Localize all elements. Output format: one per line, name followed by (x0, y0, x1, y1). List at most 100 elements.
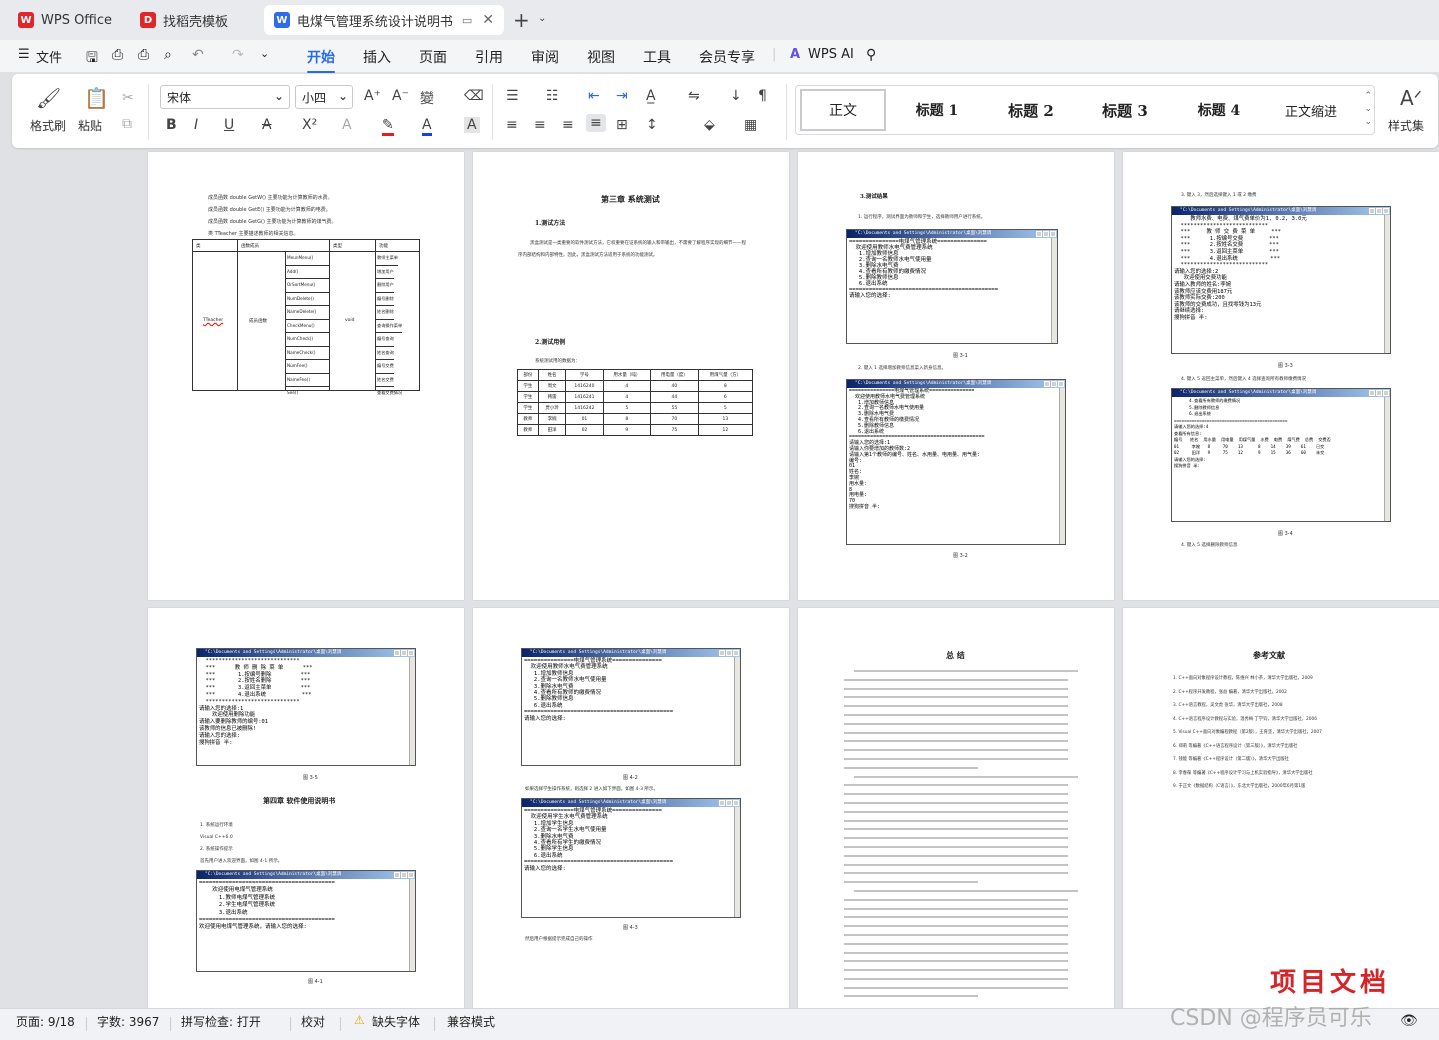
figure-caption: 图 4-2 (623, 775, 638, 781)
shading-icon[interactable]: ⬙ (704, 117, 715, 133)
text-line-placeholder (844, 977, 1068, 980)
save-icon[interactable]: 🖫 (86, 47, 98, 71)
eye-icon[interactable]: 👁 (1400, 1013, 1418, 1029)
tab-document[interactable]: W 电煤气管理系统设计说明书 .d ▭ ✕ (264, 5, 504, 35)
decrease-indent-icon[interactable]: ⇤ (588, 88, 600, 104)
superscript-icon[interactable]: X² (302, 117, 317, 133)
font-family-select[interactable]: 宋体 ⌄ (160, 85, 290, 109)
style-heading-3[interactable]: 标题 3 (1080, 86, 1170, 134)
export-icon[interactable]: ⎙ (112, 47, 123, 63)
font-color-icon[interactable]: A (422, 117, 432, 136)
tab-member[interactable]: 会员专享 (699, 47, 755, 67)
tab-review[interactable]: 审阅 (531, 47, 559, 67)
style-normal[interactable]: 正文 (800, 89, 886, 131)
grow-font-icon[interactable]: A⁺ (364, 88, 381, 104)
wps-ai-button[interactable]: WPS AI (808, 47, 854, 62)
text-line-placeholder (844, 960, 1068, 963)
print-preview-icon[interactable]: ⌕ (164, 47, 172, 63)
style-heading-2[interactable]: 标题 2 (986, 86, 1076, 134)
cut-icon[interactable]: ✂ (122, 90, 134, 106)
new-tab-icon[interactable]: + (513, 8, 530, 32)
numbered-list-icon[interactable]: ☷ (546, 88, 559, 104)
table-header: 函数成员 (241, 244, 259, 249)
underline-icon[interactable]: U (224, 117, 234, 133)
distribute-icon[interactable]: ⊞ (616, 117, 628, 133)
paragraph: 首先用户进入欢迎界面，如图 4-1 所示。 (200, 859, 283, 864)
text-effect-icon[interactable]: A (342, 117, 352, 133)
tab-wps-office[interactable]: W WPS Office (8, 5, 123, 35)
text-line: 成员函数 double GetE() 主要功能为计算教师的电费。 (208, 207, 331, 213)
align-center-icon[interactable]: ≡ (534, 117, 546, 133)
style-heading-4[interactable]: 标题 4 (1174, 86, 1264, 134)
status-proofread[interactable]: 校对 (301, 1013, 325, 1030)
gallery-scroll-icon[interactable]: ⌃ ⌄ ⌄ (1364, 90, 1372, 129)
status-words[interactable]: 字数: 3967 (97, 1013, 159, 1030)
bold-icon[interactable]: B (166, 117, 177, 133)
border-icon[interactable]: ▦ (744, 117, 757, 133)
window-icon[interactable]: ▭ (462, 14, 472, 27)
strikethrough-icon[interactable]: A (262, 117, 272, 133)
redo-icon[interactable]: ↷ (232, 47, 244, 63)
italic-icon[interactable]: I (194, 117, 198, 133)
page-12[interactable]: 3. 键入 3，然后选择键入 1 或 2 缴费 "C:\Documents an… (1123, 152, 1439, 600)
console-text: ========================================… (199, 880, 335, 931)
style-set-icon[interactable]: Aᐟ (1400, 86, 1422, 110)
font-size-select[interactable]: 小四 ⌄ (295, 85, 353, 109)
hamburger-icon[interactable]: ☰ (18, 47, 30, 62)
tab-view[interactable]: 视图 (587, 47, 615, 67)
close-icon[interactable]: ✕ (482, 12, 494, 28)
text-line-placeholder (844, 731, 1068, 734)
search-icon[interactable]: ⚲ (866, 47, 876, 63)
phonetic-icon[interactable]: 變 (420, 88, 434, 108)
status-page[interactable]: 页面: 9/18 (16, 1013, 75, 1030)
line-spacing-icon[interactable]: ↕ (646, 117, 658, 133)
page-13[interactable]: "C:\Documents and Settings\Administrator… (148, 608, 464, 1008)
align-right-icon[interactable]: ≡ (562, 117, 574, 133)
page-16[interactable]: 参考文献 1. C++面向对象程序设计教程，陈维兴 林小茶，清华大学出版社，20… (1123, 608, 1439, 1008)
text-direction-icon[interactable]: ⇋ (688, 88, 700, 104)
tab-page[interactable]: 页面 (419, 47, 447, 67)
format-painter-label[interactable]: 格式刷 (30, 117, 66, 134)
tab-insert[interactable]: 插入 (363, 47, 391, 67)
style-body-indent[interactable]: 正文缩进 (1266, 86, 1356, 134)
shrink-font-icon[interactable]: A⁻ (392, 88, 409, 104)
format-painter-icon[interactable]: 🖌 (36, 86, 61, 110)
justify-icon[interactable]: ≡ (586, 114, 606, 132)
clear-format-icon[interactable]: ⌫ (464, 88, 484, 104)
tab-references[interactable]: 引用 (475, 47, 503, 67)
tab-tools[interactable]: 工具 (643, 47, 671, 67)
status-compat-mode[interactable]: 兼容模式 (447, 1013, 495, 1030)
chinese-layout-icon[interactable]: A̲ (646, 88, 656, 104)
page-9[interactable]: 成员函数 double GetW() 主要功能为计算教师的水费。 成员函数 do… (148, 152, 464, 600)
print-icon[interactable]: ⎙ (138, 47, 149, 63)
show-marks-icon[interactable]: ¶ (758, 88, 767, 104)
tab-home[interactable]: 开始 (307, 47, 335, 73)
wps-ai-icon[interactable]: A (790, 47, 800, 62)
copy-icon[interactable]: ⧉ (122, 116, 132, 132)
chevron-down-icon[interactable]: ⌄ (538, 13, 546, 24)
paste-icon[interactable]: 📋 (84, 86, 109, 110)
status-spellcheck[interactable]: 拼写检查: 打开 (181, 1013, 261, 1030)
increase-indent-icon[interactable]: ⇥ (616, 88, 628, 104)
chevron-down-icon[interactable]: ⌄ (260, 47, 269, 60)
align-left-icon[interactable]: ≡ (506, 117, 518, 133)
highlight-icon[interactable]: ✎ (382, 117, 394, 136)
paste-label[interactable]: 粘贴 (78, 117, 102, 134)
text-line-placeholder (844, 925, 1068, 928)
bullet-list-icon[interactable]: ☰ (506, 88, 519, 104)
page-11[interactable]: 3.测试结果 1. 运行程序，测试界面为教师和学生，选择教师用户进行系统。 "C… (798, 152, 1114, 600)
page-15[interactable]: 总 结 (798, 608, 1114, 1008)
page-14[interactable]: "C:\Documents and Settings\Administrator… (473, 608, 789, 1008)
status-missing-font[interactable]: 缺失字体 (372, 1013, 420, 1030)
tab-template[interactable]: D 找稻壳模板 (130, 5, 258, 35)
page-10[interactable]: 第三章 系统测试 1.测试方法 黑盒测试是一类重要的软件测试方法，它权重要在证系… (473, 152, 789, 600)
text-line-placeholder (844, 696, 1068, 699)
menu-file[interactable]: 文件 (36, 47, 62, 66)
style-set-label[interactable]: 样式集 (1388, 117, 1424, 134)
char-shading-icon[interactable]: A (464, 117, 480, 133)
reference-item: 4. C++语言程序设计教程与实验，温秀梅 丁学钧，清华大学出版社，2006 (1173, 716, 1317, 722)
console-title: "C:\Documents and Settings\Administrator… (197, 649, 415, 657)
sort-icon[interactable]: ↓ (730, 88, 742, 104)
style-heading-1[interactable]: 标题 1 (892, 86, 982, 134)
undo-icon[interactable]: ↶ (192, 47, 204, 63)
